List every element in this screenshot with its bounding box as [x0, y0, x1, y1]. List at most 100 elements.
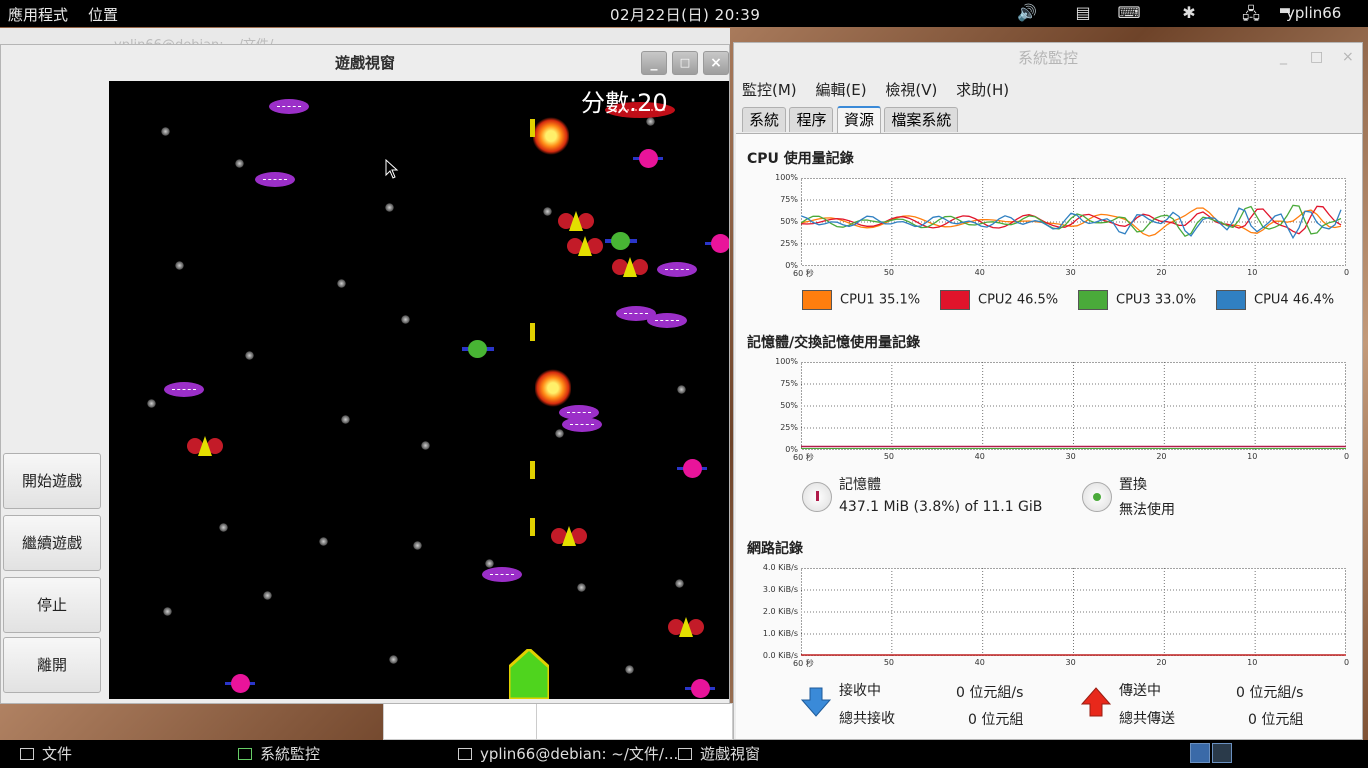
x-tick-label: 0	[1344, 658, 1350, 667]
menu-view[interactable]: 檢視(V)	[885, 81, 937, 99]
taskbar-item-terminal[interactable]: yplin66@debian: ~/文件/...	[458, 744, 678, 764]
resources-panel: CPU 使用量記錄 CPU1 35.1% CPU2 46.5% CPU3 33.…	[736, 133, 1362, 739]
x-tick-label: 20	[1156, 268, 1167, 277]
cpu-history-graph	[801, 178, 1346, 266]
star	[245, 351, 254, 360]
explosion	[533, 117, 569, 155]
tab-processes[interactable]: 程序	[789, 107, 834, 132]
star	[675, 579, 684, 588]
volume-icon[interactable]: 🔊	[1014, 3, 1040, 23]
maximize-button[interactable]: □	[672, 51, 698, 75]
cpu1-legend: CPU1 35.1%	[802, 290, 920, 310]
laser-shot	[530, 518, 535, 536]
star	[385, 203, 394, 212]
terminal-icon	[458, 748, 472, 760]
cpu3-color-swatch[interactable]	[1078, 290, 1108, 310]
game-window-title: 遊戲視窗	[1, 45, 729, 81]
x-tick-label: 30	[1065, 268, 1076, 277]
taskbar-item-game-window[interactable]: 遊戲視窗	[678, 744, 760, 764]
x-tick-label: 40	[974, 658, 985, 667]
taskbar-item-documents[interactable]: 文件	[20, 744, 72, 764]
taskbar-item-system-monitor[interactable]: 系統監控	[238, 744, 320, 764]
continue-game-button[interactable]: 繼續遊戲	[3, 515, 101, 571]
star	[163, 607, 172, 616]
window-icon	[678, 748, 692, 760]
sending-rate: 0 位元組/s	[1236, 685, 1304, 701]
pink-orb-enemy	[705, 233, 729, 253]
menu-monitor[interactable]: 監控(M)	[742, 81, 797, 99]
close-button[interactable]: ×	[703, 51, 729, 75]
clock[interactable]: 02月22日(日) 20:39	[610, 4, 760, 25]
minimize-button[interactable]: _	[1280, 49, 1287, 65]
total-sent-label: 總共傳送	[1119, 711, 1175, 727]
places-menu[interactable]: 位置	[88, 4, 118, 25]
y-tick-label: 2.0 KiB/s	[762, 607, 798, 616]
workspace-1-button[interactable]	[1190, 743, 1210, 763]
green-orb-enemy	[462, 339, 494, 359]
user-menu[interactable]: yplin66	[1286, 4, 1341, 22]
star	[337, 279, 346, 288]
green-orb-enemy	[605, 231, 637, 251]
tab-system[interactable]: 系統	[742, 107, 787, 132]
receiving-rate: 0 位元組/s	[956, 685, 1024, 701]
applications-menu[interactable]: 應用程式	[8, 4, 68, 25]
x-tick-label: 30	[1065, 658, 1076, 667]
total-received-label: 總共接收	[839, 711, 895, 727]
pink-orb-enemy	[677, 458, 707, 478]
red-yellow-bug-enemy	[567, 236, 603, 256]
star	[646, 117, 655, 126]
cpu4-color-swatch[interactable]	[1216, 290, 1246, 310]
menu-help[interactable]: 求助(H)	[956, 81, 1009, 99]
bottom-taskbar: 文件 系統監控 yplin66@debian: ~/文件/... 遊戲視窗	[0, 740, 1368, 768]
network-icon[interactable]: 🖧	[1238, 3, 1264, 23]
maximize-button[interactable]: □	[1310, 49, 1323, 65]
download-arrow-icon[interactable]	[800, 686, 832, 718]
stop-button[interactable]: 停止	[3, 577, 101, 633]
star	[263, 591, 272, 600]
y-tick-label: 50%	[780, 401, 798, 410]
y-tick-label: 25%	[780, 239, 798, 248]
star	[161, 127, 170, 136]
cpu1-label: CPU1	[840, 292, 875, 308]
swap-color-dial-icon[interactable]	[1082, 482, 1112, 512]
clipboard-icon[interactable]: ▤	[1070, 3, 1096, 23]
memory-value: 437.1 MiB (3.8%) of 11.1 GiB	[839, 499, 1043, 515]
game-canvas[interactable]: 分數:20	[109, 81, 729, 699]
x-tick-label: 10	[1247, 452, 1258, 461]
explosion	[535, 369, 571, 407]
cpu2-color-swatch[interactable]	[940, 290, 970, 310]
laser-shot	[530, 461, 535, 479]
bluetooth-icon[interactable]: ✱	[1176, 3, 1202, 23]
upload-arrow-icon[interactable]	[1080, 686, 1112, 718]
x-tick-label: 60 秒	[793, 453, 814, 462]
minimize-button[interactable]: _	[641, 51, 667, 75]
laser-shot	[530, 323, 535, 341]
start-game-button[interactable]: 開始遊戲	[3, 453, 101, 509]
x-tick-label: 50	[883, 658, 895, 667]
total-sent-value: 0 位元組	[1248, 712, 1304, 728]
memory-color-dial-icon[interactable]	[802, 482, 832, 512]
x-tick-label: 40	[974, 452, 985, 461]
red-yellow-bug-enemy	[612, 257, 648, 277]
keyboard-icon[interactable]: ⌨	[1116, 3, 1142, 23]
x-tick-label: 20	[1156, 452, 1167, 461]
workspace-2-button[interactable]	[1212, 743, 1232, 763]
red-yellow-bug-enemy	[187, 436, 223, 456]
receiving-label: 接收中	[839, 683, 881, 699]
cpu1-color-swatch[interactable]	[802, 290, 832, 310]
x-tick-label: 40	[974, 268, 985, 277]
pink-orb-enemy	[633, 148, 663, 168]
tab-resources[interactable]: 資源	[836, 106, 881, 133]
tab-file-systems[interactable]: 檔案系統	[884, 107, 959, 132]
star	[389, 655, 398, 664]
cpu-history-title: CPU 使用量記錄	[747, 151, 854, 167]
cpu4-value: 46.4%	[1292, 292, 1335, 308]
cpu3-value: 33.0%	[1154, 292, 1197, 308]
system-monitor-window: 系統監控 _ □ × 監控(M) 編輯(E) 檢視(V) 求助(H) 系統 程序…	[733, 42, 1363, 740]
cpu4-label: CPU4	[1254, 292, 1289, 308]
exit-button[interactable]: 離開	[3, 637, 101, 693]
close-button[interactable]: ×	[1342, 49, 1354, 65]
purple-saucer-enemy	[164, 382, 204, 397]
menu-edit[interactable]: 編輯(E)	[815, 81, 866, 99]
tab-bar: 系統 程序 資源 檔案系統	[742, 106, 959, 133]
